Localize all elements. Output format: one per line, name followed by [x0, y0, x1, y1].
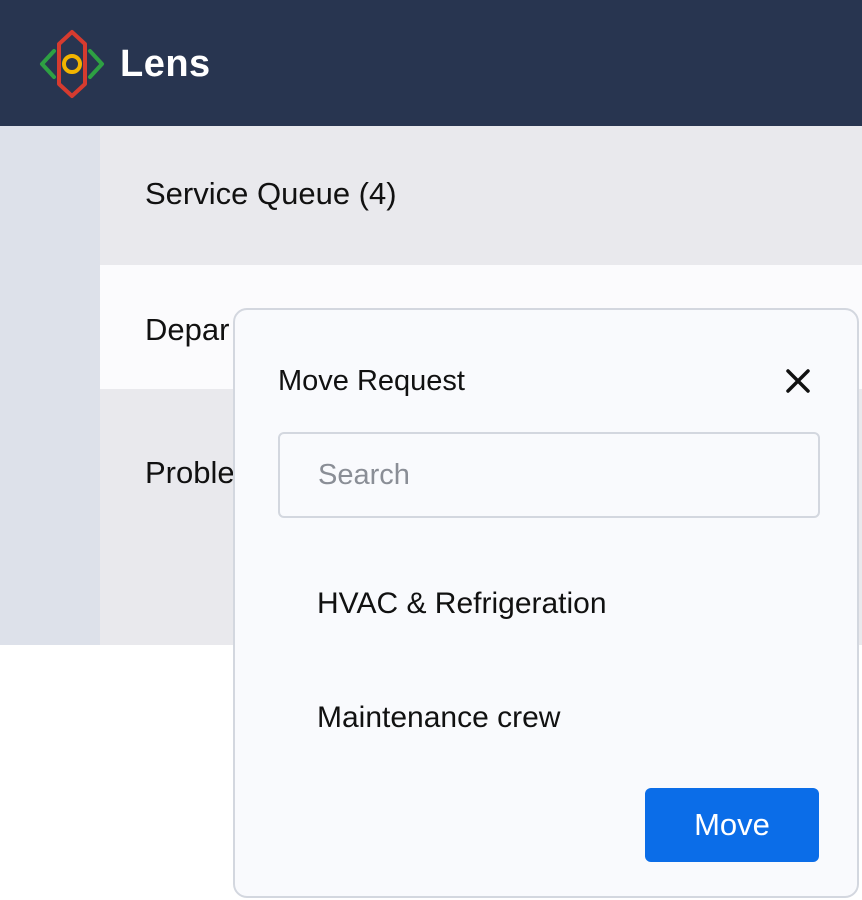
search-input[interactable] [280, 434, 818, 516]
list-item[interactable]: Service Queue (4) [100, 126, 862, 265]
department-option[interactable]: HVAC & Refrigeration [317, 584, 607, 624]
search-field [278, 432, 820, 518]
close-button[interactable] [779, 362, 817, 400]
close-icon[interactable] [779, 362, 817, 400]
app-header: Lens [0, 0, 862, 126]
left-rail [0, 126, 100, 645]
department-option[interactable]: Maintenance crew [317, 698, 560, 738]
list-item-label: Service Queue (4) [145, 176, 397, 211]
list-item-label: Depar [145, 312, 230, 347]
dialog-title: Move Request [278, 365, 465, 397]
move-request-dialog: Move Request HVAC & Refrigeration Mainte… [233, 308, 859, 898]
move-button[interactable]: Move [645, 788, 819, 862]
lens-logo-icon[interactable] [34, 26, 110, 102]
list-item-label: Proble [145, 455, 235, 490]
app-name: Lens [120, 43, 211, 85]
